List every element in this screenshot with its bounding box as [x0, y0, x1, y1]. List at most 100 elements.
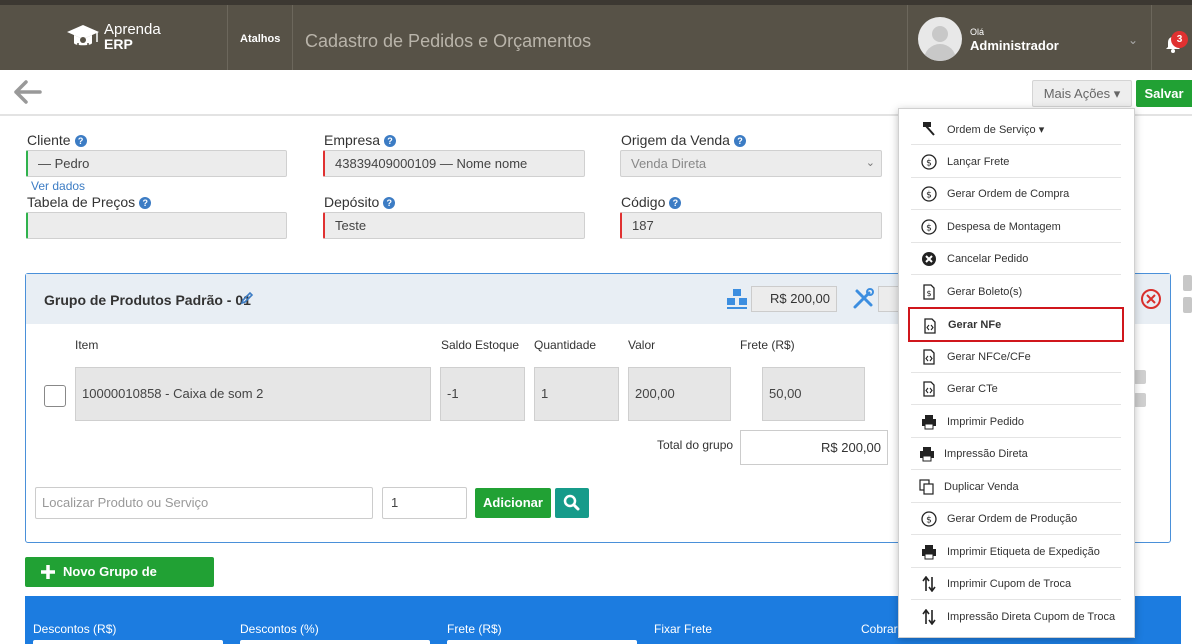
notification-badge: 3: [1171, 31, 1188, 48]
svg-text:$: $: [926, 191, 932, 201]
discount-pct-label: Descontos (%): [240, 622, 319, 636]
svg-text:$: $: [926, 289, 931, 298]
search-icon: [563, 494, 580, 511]
menu-item-imprimir-etiqueta[interactable]: Imprimir Etiqueta de Expedição: [911, 536, 1121, 568]
origem-select[interactable]: Venda Direta ⌄: [620, 150, 882, 177]
row-side-button[interactable]: [1134, 393, 1146, 407]
close-circle-icon[interactable]: [1140, 288, 1162, 310]
new-product-group-button[interactable]: Novo Grupo de Produtos: [25, 557, 214, 609]
avatar: [918, 17, 962, 61]
dollar-circle-icon: $: [921, 154, 937, 170]
divider: [1151, 5, 1152, 70]
menu-item-ordem-servico[interactable]: Ordem de Serviço ▾: [911, 113, 1121, 145]
menu-item-gerar-nfce[interactable]: Gerar NFCe/CFe: [911, 341, 1121, 373]
save-button[interactable]: Salvar: [1136, 80, 1192, 107]
more-actions-menu: Ordem de Serviço ▾ $ Lançar Frete $ Gera…: [898, 108, 1135, 638]
value-cell[interactable]: 200,00: [628, 367, 731, 421]
user-menu[interactable]: Olá Administrador: [918, 17, 1059, 61]
row-checkbox[interactable]: [44, 385, 66, 407]
menu-item-gerar-ordem-compra[interactable]: $ Gerar Ordem de Compra: [911, 178, 1121, 210]
group-title: Grupo de Produtos Padrão - 01: [44, 292, 251, 308]
back-arrow-icon[interactable]: [14, 80, 42, 104]
column-header-qty: Quantidade: [534, 338, 597, 352]
menu-item-cancelar-pedido[interactable]: Cancelar Pedido: [911, 243, 1121, 275]
help-icon[interactable]: ?: [383, 197, 396, 209]
discount-rs-label: Descontos (R$): [33, 622, 117, 636]
group-total-value: R$ 200,00: [740, 430, 888, 465]
item-cell[interactable]: 10000010858 - Caixa de som 2: [75, 367, 431, 421]
search-button[interactable]: [555, 488, 589, 518]
discount-pct-input[interactable]: [240, 640, 430, 644]
empresa-label: Empresa?: [324, 132, 397, 148]
menu-item-gerar-nfe[interactable]: Gerar NFe: [908, 307, 1124, 342]
origem-label: Origem da Venda?: [621, 132, 746, 148]
menu-item-gerar-cte[interactable]: Gerar CTe: [911, 373, 1121, 405]
printer-icon: [922, 415, 936, 430]
menu-item-impressao-direta[interactable]: Impressão Direta: [911, 438, 1121, 470]
freight-cell[interactable]: 50,00: [762, 367, 865, 421]
help-icon[interactable]: ?: [74, 135, 87, 147]
discount-rs-input[interactable]: [33, 640, 223, 644]
menu-item-despesa-montagem[interactable]: $ Despesa de Montagem: [911, 211, 1121, 243]
divider: [907, 5, 908, 70]
help-icon[interactable]: ?: [384, 135, 397, 147]
cliente-field[interactable]: — Pedro: [26, 150, 287, 177]
logo[interactable]: Aprenda ERP: [66, 22, 161, 52]
fix-freight-label: Fixar Frete: [654, 622, 713, 636]
menu-item-duplicar-venda[interactable]: Duplicar Venda: [911, 471, 1121, 503]
side-button[interactable]: [1183, 297, 1192, 313]
menu-item-impressao-direta-cupom[interactable]: Impressão Direta Cupom de Troca: [911, 601, 1121, 633]
group-total-badge: R$ 200,00: [751, 286, 837, 312]
quantity-cell[interactable]: 1: [534, 367, 619, 421]
column-header-freight: Frete (R$): [740, 338, 795, 352]
more-actions-button[interactable]: Mais Ações ▾: [1032, 80, 1132, 107]
user-name: Administrador: [970, 38, 1059, 53]
help-icon[interactable]: ?: [139, 197, 152, 209]
side-button[interactable]: [1183, 275, 1192, 291]
graduation-cap-icon: [67, 25, 99, 46]
codigo-field[interactable]: 187: [620, 212, 882, 239]
menu-item-imprimir-cupom-troca[interactable]: Imprimir Cupom de Troca: [911, 568, 1121, 600]
cliente-label: Cliente?: [27, 132, 87, 148]
freight-input[interactable]: [447, 640, 637, 644]
plus-icon: [41, 565, 55, 579]
row-side-button[interactable]: [1134, 370, 1146, 384]
copy-icon: [919, 479, 934, 495]
divider: [292, 5, 293, 70]
help-icon[interactable]: ?: [733, 135, 746, 147]
menu-item-gerar-ordem-producao[interactable]: $ Gerar Ordem de Produção: [911, 503, 1121, 535]
menu-item-imprimir-pedido[interactable]: Imprimir Pedido: [911, 406, 1121, 438]
code-file-icon: [924, 318, 936, 334]
chevron-down-icon[interactable]: ⌄: [1128, 33, 1138, 47]
divider: [227, 5, 228, 70]
svg-text:$: $: [926, 224, 932, 234]
chevron-down-icon: ⌄: [865, 157, 875, 169]
dollar-circle-icon: $: [921, 219, 937, 235]
code-file-icon: [923, 381, 935, 397]
ver-dados-link[interactable]: Ver dados: [31, 179, 85, 193]
swap-arrows-icon: [922, 576, 936, 592]
logo-line2: ERP: [104, 36, 133, 52]
help-icon[interactable]: ?: [669, 197, 682, 209]
charge-label: Cobrar: [861, 622, 898, 636]
menu-item-lancar-frete[interactable]: $ Lançar Frete: [911, 146, 1121, 178]
product-search-input[interactable]: Localizar Produto ou Serviço: [35, 487, 373, 519]
svg-text:$: $: [926, 516, 932, 526]
tabela-field[interactable]: [26, 212, 287, 239]
dollar-circle-icon: $: [921, 511, 937, 527]
empresa-field[interactable]: 43839409000109 — Nome nome: [323, 150, 585, 177]
code-file-icon: [923, 349, 935, 365]
add-button[interactable]: Adicionar: [475, 488, 551, 518]
quantity-input[interactable]: 1: [382, 487, 467, 519]
printer-icon: [920, 447, 934, 462]
hammer-icon: [923, 122, 935, 136]
group-total-label: Total do grupo: [657, 438, 734, 452]
cancel-circle-icon: [922, 252, 936, 266]
menu-item-gerar-boleto[interactable]: $ Gerar Boleto(s): [911, 276, 1121, 308]
tools-icon[interactable]: [852, 288, 874, 310]
column-header-item: Item: [75, 338, 99, 352]
pencil-icon[interactable]: [240, 291, 254, 305]
stock-cell: -1: [440, 367, 525, 421]
shortcuts-link[interactable]: Atalhos: [240, 33, 280, 45]
deposito-field[interactable]: Teste: [323, 212, 585, 239]
